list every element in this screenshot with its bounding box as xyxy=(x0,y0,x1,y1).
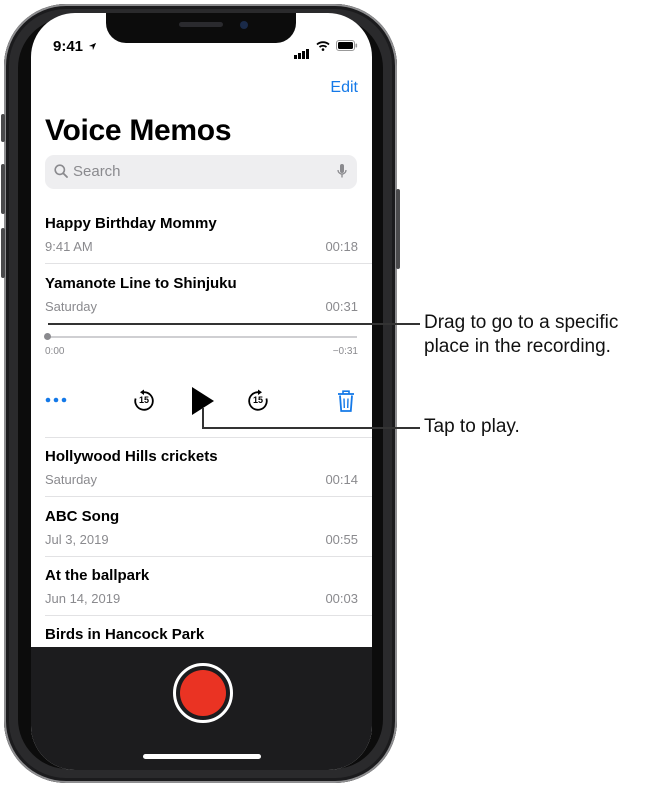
scrubber-callout-line xyxy=(48,323,420,325)
skip-back-15-label: 15 xyxy=(138,395,149,405)
scrubber-callout-line2: place in the recording. xyxy=(424,336,611,357)
list-item[interactable]: Hollywood Hills crickets Saturday 00:14 xyxy=(45,448,358,494)
earpiece-speaker xyxy=(179,22,223,27)
recording-title: Birds in Hancock Park xyxy=(45,626,205,643)
play-callout-line-vertical xyxy=(202,408,204,428)
skip-back-15-button[interactable]: 15 xyxy=(132,389,156,413)
recording-date: Jun 14, 2019 xyxy=(45,591,121,606)
recording-title: Happy Birthday Mommy xyxy=(45,215,217,232)
more-icon[interactable] xyxy=(45,397,67,403)
recording-date: Jul 3, 2019 xyxy=(45,532,109,547)
recording-title: At the ballpark xyxy=(45,567,150,584)
scrubber-callout: Drag to go to a specific place in the re… xyxy=(424,311,618,359)
divider xyxy=(45,437,372,438)
notch xyxy=(106,13,296,43)
play-callout: Tap to play. xyxy=(424,416,520,437)
status-time: 9:41 xyxy=(53,38,97,55)
remaining-time: −0:31 xyxy=(332,346,358,357)
recording-duration: 00:31 xyxy=(325,299,358,314)
list-item[interactable]: At the ballpark Jun 14, 2019 00:03 xyxy=(45,567,358,613)
location-arrow-icon xyxy=(89,42,97,51)
recording-title: ABC Song xyxy=(45,508,120,525)
record-bar xyxy=(31,647,372,770)
battery-icon xyxy=(336,40,358,51)
recording-date: Saturday xyxy=(45,472,98,487)
page-title: Voice Memos xyxy=(45,114,232,147)
recording-date: 9:41 AM xyxy=(45,239,93,254)
trash-icon[interactable] xyxy=(336,389,356,413)
record-button[interactable] xyxy=(173,663,233,723)
phone-screen: 9:41 Edit Voice Memos Search Happy Birth… xyxy=(31,13,372,770)
divider xyxy=(45,263,372,264)
list-item[interactable]: Birds in Hancock Park xyxy=(45,626,358,646)
playback-scrubber[interactable] xyxy=(46,336,357,338)
edit-button[interactable]: Edit xyxy=(330,79,358,97)
divider xyxy=(45,615,372,616)
volume-up-button xyxy=(1,164,5,214)
scrubber-callout-line1: Drag to go to a specific xyxy=(424,312,619,333)
status-icons xyxy=(294,40,358,59)
divider xyxy=(45,496,372,497)
action-button xyxy=(1,114,5,142)
volume-down-button xyxy=(1,228,5,278)
recording-duration: 00:14 xyxy=(325,472,358,487)
home-indicator[interactable] xyxy=(143,754,261,759)
recording-duration: 00:03 xyxy=(325,591,358,606)
microphone-icon[interactable] xyxy=(337,163,347,179)
record-icon xyxy=(180,670,226,716)
wifi-icon xyxy=(316,40,330,51)
recording-date: Saturday xyxy=(45,299,98,314)
side-button xyxy=(396,189,400,269)
recording-duration: 00:18 xyxy=(325,239,358,254)
skip-forward-15-button[interactable]: 15 xyxy=(246,389,270,413)
signal-icon xyxy=(294,41,310,59)
search-input[interactable]: Search xyxy=(73,163,121,180)
search-bar[interactable]: Search xyxy=(45,155,357,189)
divider xyxy=(45,556,372,557)
recording-duration: 00:55 xyxy=(325,532,358,547)
skip-forward-15-label: 15 xyxy=(252,395,263,405)
list-item[interactable]: Happy Birthday Mommy 9:41 AM 00:18 xyxy=(45,215,358,261)
list-item[interactable]: ABC Song Jul 3, 2019 00:55 xyxy=(45,508,358,554)
recording-title: Hollywood Hills crickets xyxy=(45,448,218,465)
search-icon xyxy=(54,164,68,178)
play-callout-line xyxy=(202,427,420,429)
scrubber-handle[interactable] xyxy=(44,333,51,340)
status-time-text: 9:41 xyxy=(53,38,84,55)
recording-title: Yamanote Line to Shinjuku xyxy=(45,275,237,292)
list-item-selected[interactable]: Yamanote Line to Shinjuku Saturday 00:31 xyxy=(45,275,358,321)
front-camera xyxy=(240,21,248,29)
elapsed-time: 0:00 xyxy=(45,346,65,357)
